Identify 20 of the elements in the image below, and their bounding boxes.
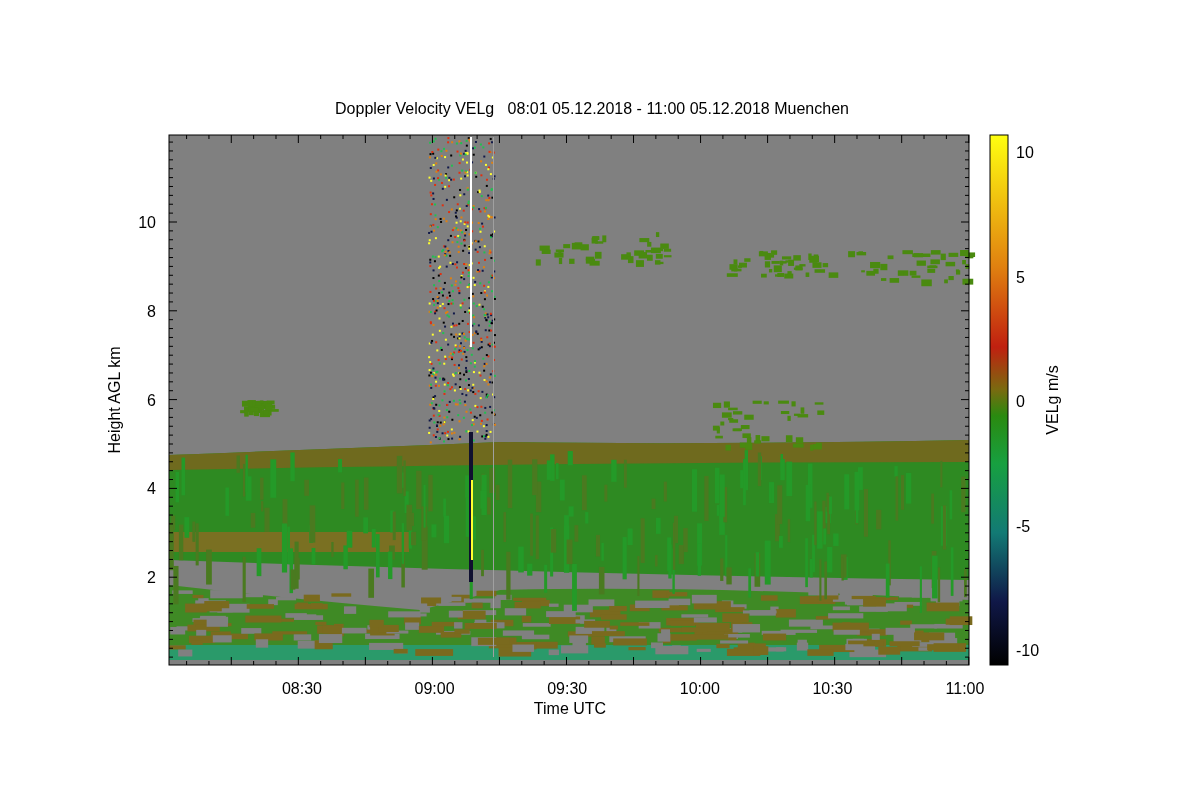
chart-title: Doppler Velocity VELg 08:01 05.12.2018 - 11:00 05.12.2018 Muenchen xyxy=(335,100,849,117)
y-tick-label: 2 xyxy=(147,569,156,587)
x-tick-label: 09:30 xyxy=(547,680,588,697)
y-tick-label: 6 xyxy=(147,391,156,409)
x-tick-label: 10:30 xyxy=(812,680,853,697)
colorbar-tick-label: -10 xyxy=(1016,642,1040,659)
colorbar-tick-label: 0 xyxy=(1016,393,1025,410)
colorbar-tick-label: -5 xyxy=(1016,517,1031,535)
x-tick-label: 09:00 xyxy=(414,680,455,697)
y-tick-label: 8 xyxy=(147,302,156,320)
x-axis-label: Time UTC xyxy=(533,700,607,717)
colorbar-tick-label: 10 xyxy=(1016,144,1034,161)
y-tick-label: 10 xyxy=(138,214,156,231)
colorbar-tick-label: 5 xyxy=(1016,268,1025,286)
y-axis-label: Height AGL km xyxy=(106,346,123,454)
y-tick-label: 4 xyxy=(147,480,156,498)
x-tick-label: 10:00 xyxy=(679,680,720,697)
x-tick-label: 08:30 xyxy=(282,680,322,697)
colorbar-label: VELg m/s xyxy=(1044,365,1061,435)
x-tick-label: 11:00 xyxy=(945,680,985,697)
